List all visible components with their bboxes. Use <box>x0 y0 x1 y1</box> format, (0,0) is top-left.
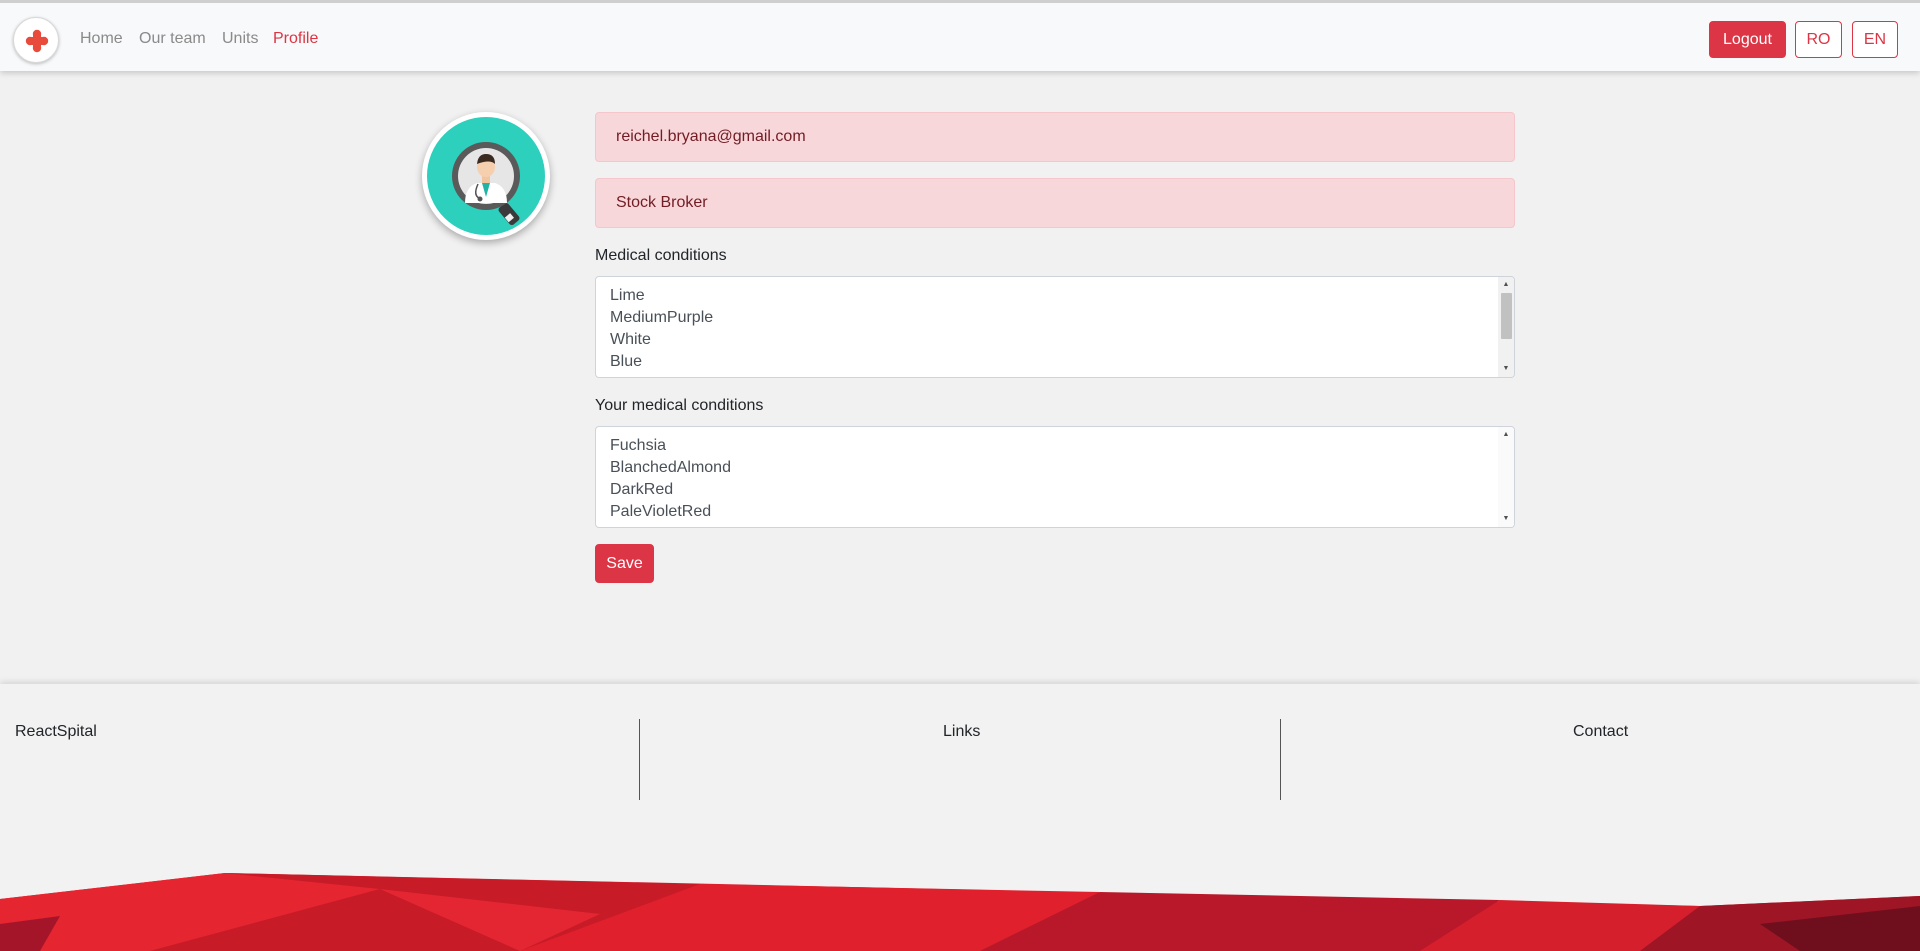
list-item[interactable]: PaleVioletRed <box>610 501 731 523</box>
scroll-down-arrow-icon[interactable]: ▼ <box>1498 513 1514 525</box>
your-medical-conditions-label: Your medical conditions <box>595 397 764 414</box>
nav-home[interactable]: Home <box>80 30 123 48</box>
nav-profile[interactable]: Profile <box>273 30 318 48</box>
scroll-thumb[interactable] <box>1501 293 1512 339</box>
footer-red-polygon-decoration <box>0 873 1920 951</box>
your-medical-conditions-select[interactable]: Fuchsia BlanchedAlmond DarkRed PaleViole… <box>595 426 1515 528</box>
lang-ro-button[interactable]: RO <box>1795 21 1842 58</box>
scroll-up-arrow-icon[interactable]: ▲ <box>1498 279 1514 291</box>
medical-conditions-select[interactable]: Lime MediumPurple White Blue ▲ ▼ <box>595 276 1515 378</box>
doctor-magnifier-icon <box>452 142 520 226</box>
list-item[interactable]: DarkRed <box>610 479 731 501</box>
lang-en-button[interactable]: EN <box>1852 21 1898 58</box>
list-item[interactable]: BlanchedAlmond <box>610 457 731 479</box>
email-display: reichel.bryana@gmail.com <box>595 112 1515 162</box>
scroll-up-arrow-icon[interactable]: ▲ <box>1498 429 1514 441</box>
list-item[interactable]: Blue <box>610 351 713 373</box>
scroll-down-arrow-icon[interactable]: ▼ <box>1498 363 1514 375</box>
footer: ReactSpital Links Contact <box>0 684 1920 951</box>
scrollbar[interactable]: ▲ ▼ <box>1498 277 1514 377</box>
list-item[interactable]: MediumPurple <box>610 307 713 329</box>
nav-our-team[interactable]: Our team <box>139 30 206 48</box>
nav-units[interactable]: Units <box>222 30 258 48</box>
medical-cross-icon <box>25 29 49 53</box>
navbar: Home Our team Units Profile Logout RO EN <box>0 0 1920 71</box>
list-item[interactable]: Fuchsia <box>610 435 731 457</box>
list-item[interactable]: Lime <box>610 285 713 307</box>
brand-logo[interactable] <box>13 17 59 63</box>
logout-button[interactable]: Logout <box>1709 21 1786 58</box>
job-display: Stock Broker <box>595 178 1515 228</box>
save-button[interactable]: Save <box>595 544 654 583</box>
list-item[interactable]: White <box>610 329 713 351</box>
scrollbar[interactable]: ▲ ▼ <box>1498 427 1514 527</box>
medical-conditions-label: Medical conditions <box>595 247 727 264</box>
avatar <box>422 112 550 240</box>
